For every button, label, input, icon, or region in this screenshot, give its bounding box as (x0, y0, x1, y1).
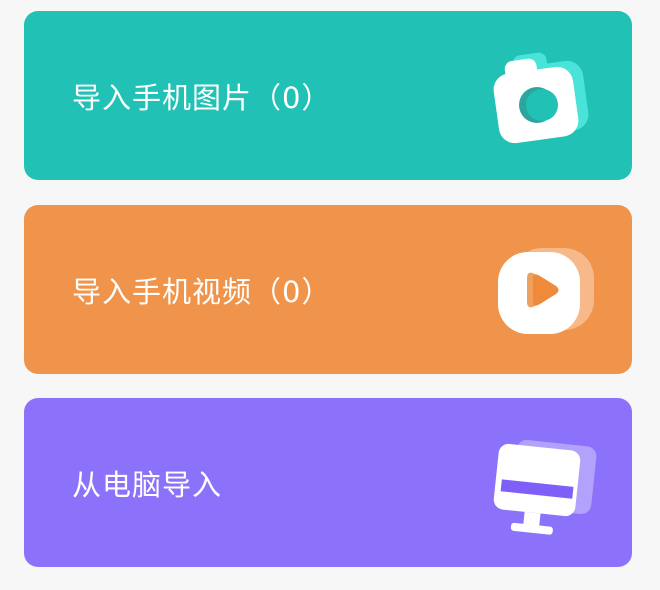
import-phone-photos-label: 导入手机图片（0） (72, 80, 332, 115)
import-from-computer-button[interactable]: 从电脑导入 (24, 398, 632, 567)
import-from-computer-label: 从电脑导入 (72, 467, 223, 502)
video-play-icon (484, 230, 604, 350)
camera-icon (484, 36, 604, 156)
import-phone-videos-button[interactable]: 导入手机视频（0） (24, 205, 632, 374)
import-phone-videos-label: 导入手机视频（0） (72, 274, 332, 309)
import-phone-photos-button[interactable]: 导入手机图片（0） (24, 11, 632, 180)
computer-monitor-icon (484, 423, 604, 543)
